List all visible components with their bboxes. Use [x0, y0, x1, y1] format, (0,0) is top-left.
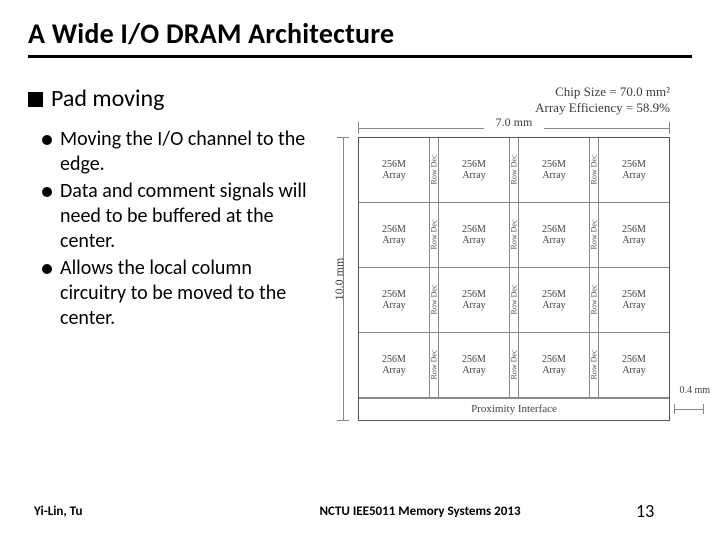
array-cell-label: 256MArray: [622, 159, 646, 181]
row-decoder-strip: Row Dec: [510, 203, 519, 267]
array-cell: 256MArray: [599, 203, 669, 267]
chip-row: 256MArray Row Dec 256MArray Row Dec 256MArra…: [359, 203, 669, 268]
row-decoder-strip: Row Dec: [430, 268, 439, 332]
array-cell-label: 256MArray: [622, 224, 646, 246]
section-heading-text: Pad moving: [51, 84, 164, 113]
bullet-item: Data and comment signals will need to be…: [42, 179, 318, 254]
footer-page-number: 13: [626, 500, 686, 522]
array-cell: 256MArray: [519, 268, 590, 332]
footer-author: Yi-Lin, Tu: [34, 504, 214, 519]
bullet-item: Moving the I/O channel to the edge.: [42, 127, 318, 177]
array-cell-label: 256MArray: [382, 224, 406, 246]
chip-row: 256MArray Row Dec 256MArray Row Dec 256MArra…: [359, 333, 669, 398]
array-cell: 256MArray: [359, 203, 430, 267]
width-dimension: 7.0 mm: [358, 119, 670, 137]
row-decoder-strip: Row Dec: [510, 268, 519, 332]
array-cell-label: 256MArray: [622, 289, 646, 311]
array-cell-label: 256MArray: [462, 159, 486, 181]
array-cell: 256MArray: [599, 268, 669, 332]
width-dimension-label: 7.0 mm: [484, 115, 544, 130]
chip-floorplan: 10.0 mm 256MArrayRow Dec256MArrayRow Dec…: [358, 137, 670, 421]
array-cell: 256MArray: [439, 333, 510, 397]
array-cell: 256MArray: [439, 268, 510, 332]
array-cell-label: 256MArray: [462, 289, 486, 311]
array-cell: 256MArray: [439, 203, 510, 267]
array-cell: 256MArray: [599, 333, 669, 397]
row-decoder-strip: Row Dec: [430, 203, 439, 267]
array-cell-label: 256MArray: [462, 224, 486, 246]
title-underline: [28, 55, 692, 58]
array-cell: 256MArray: [359, 138, 430, 202]
array-cell: 256MArray: [519, 333, 590, 397]
row-decoder-strip: Row Dec: [510, 138, 519, 202]
prox-gap-dimension: 0.4 mm: [674, 399, 704, 421]
bullet-list: Moving the I/O channel to the edge. Data…: [28, 127, 318, 331]
chip-metadata: Chip Size = 70.0 mm² Array Efficiency = …: [328, 84, 710, 117]
chip-grid: 256MArray Row Dec 256MArray Row Dec 256MArra…: [358, 137, 670, 421]
array-cell: 256MArray: [519, 203, 590, 267]
array-cell-label: 256MArray: [542, 289, 566, 311]
footer-course: NCTU IEE5011 Memory Systems 2013: [214, 504, 626, 519]
array-cell: 256MArray: [359, 268, 430, 332]
height-dimension-label: 10.0 mm: [332, 257, 347, 300]
square-bullet-icon: [28, 92, 43, 107]
text-column: Pad moving Moving the I/O channel to the…: [28, 84, 328, 421]
array-cell-label: 256MArray: [462, 354, 486, 376]
row-decoder-strip: Row Dec: [430, 333, 439, 397]
slide-title: A Wide I/O DRAM Architecture: [28, 16, 692, 51]
array-cell: 256MArray: [359, 333, 430, 397]
row-decoder-strip: Row Dec: [590, 138, 599, 202]
row-decoder-strip: Row Dec: [430, 138, 439, 202]
section-heading: Pad moving: [28, 84, 318, 113]
prox-gap-label: 0.4 mm: [679, 385, 710, 396]
proximity-interface: Proximity Interface: [359, 398, 669, 420]
array-cell-label: 256MArray: [382, 354, 406, 376]
bullet-item: Allows the local column circuitry to be …: [42, 256, 318, 331]
array-cell-label: 256MArray: [542, 224, 566, 246]
row-decoder-strip: Row Dec: [510, 333, 519, 397]
array-cell-label: 256MArray: [382, 159, 406, 181]
array-cell: 256MArray: [599, 138, 669, 202]
row-decoder-strip: Row Dec: [590, 268, 599, 332]
height-dimension: 10.0 mm: [334, 137, 352, 421]
row-decoder-strip: Row Dec: [590, 333, 599, 397]
chip-row: 256MArray Row Dec 256MArray Row Dec 256MArra…: [359, 268, 669, 333]
array-cell-label: 256MArray: [542, 159, 566, 181]
array-cell-label: 256MArray: [382, 289, 406, 311]
figure-column: Chip Size = 70.0 mm² Array Efficiency = …: [328, 84, 710, 421]
slide-footer: Yi-Lin, Tu NCTU IEE5011 Memory Systems 2…: [0, 500, 720, 522]
chip-row: 256MArray Row Dec 256MArray Row Dec 256MArra…: [359, 138, 669, 203]
array-cell: 256MArray: [519, 138, 590, 202]
chip-size-text: Chip Size = 70.0 mm²: [328, 84, 670, 100]
array-cell-label: 256MArray: [622, 354, 646, 376]
row-decoder-strip: Row Dec: [590, 203, 599, 267]
array-cell-label: 256MArray: [542, 354, 566, 376]
array-cell: 256MArray: [439, 138, 510, 202]
